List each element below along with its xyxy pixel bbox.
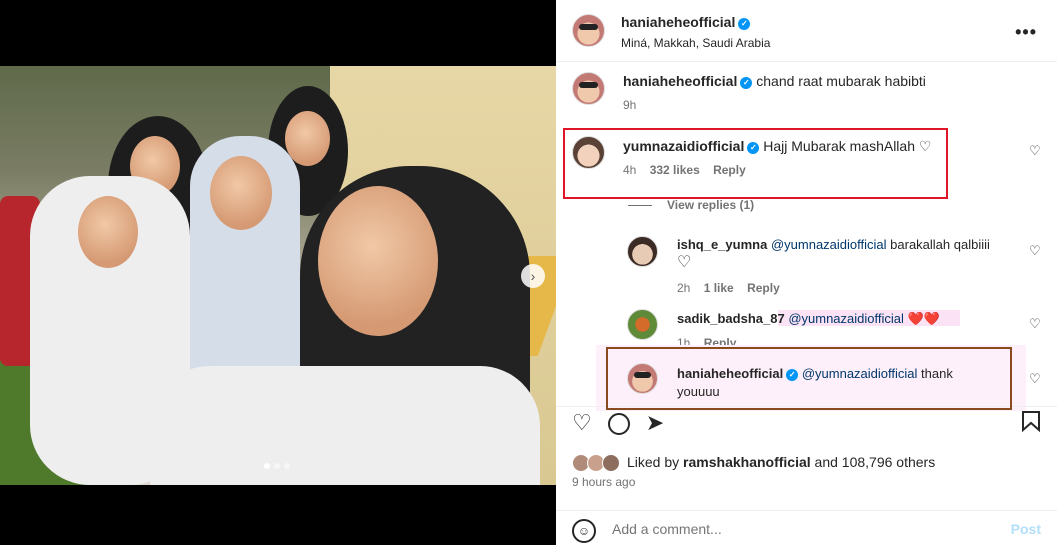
heart-icon[interactable]: ♡ — [1029, 143, 1041, 159]
liked-by-user[interactable]: ramshakhanofficial — [683, 454, 811, 470]
liked-by: Liked by ramshakhanofficial and 108,796 … — [627, 454, 935, 470]
reply-button[interactable]: Reply — [747, 281, 780, 295]
reply-meta: 2h 1 like Reply — [677, 281, 790, 295]
next-photo-button[interactable]: › — [521, 264, 545, 288]
reply-avatar[interactable] — [627, 236, 658, 267]
carousel-dot — [284, 463, 290, 469]
reply-time: 2h — [677, 281, 691, 295]
caption-text: chand raat mubarak habibti — [756, 73, 926, 89]
reply-avatar[interactable] — [627, 309, 658, 340]
reply: sadik_badsha_87 @yumnazaidiofficial ❤️❤️ — [677, 310, 1017, 328]
bookmark-icon[interactable] — [1021, 410, 1041, 438]
heart-icon[interactable]: ♡ — [1029, 243, 1041, 259]
carousel-dot — [264, 463, 270, 469]
comment-icon[interactable] — [607, 413, 630, 435]
caption-username[interactable]: haniaheheofficial — [623, 73, 737, 89]
photo-face — [318, 186, 438, 336]
chevron-right-icon: › — [530, 268, 536, 284]
emoji-icon[interactable]: ☺ — [572, 519, 596, 543]
reply-mention[interactable]: @yumnazaidiofficial — [771, 237, 887, 252]
post-actions: ♡ ➤ — [572, 410, 664, 436]
liked-by-prefix: Liked by — [627, 454, 680, 470]
liker-avatar[interactable] — [602, 454, 620, 472]
post-location[interactable]: Miná, Makkah, Saudi Arabia — [621, 36, 770, 50]
reply-mention[interactable]: @yumnazaidiofficial — [788, 311, 904, 326]
add-comment-input[interactable] — [612, 521, 972, 537]
reply-username[interactable]: sadik_badsha_87 — [677, 311, 785, 326]
reply-username[interactable]: ishq_e_yumna — [677, 237, 767, 252]
post-comment-button[interactable]: Post — [1011, 521, 1041, 537]
post-photo[interactable] — [0, 66, 556, 485]
post-header: haniaheheofficial ✓ Miná, Makkah, Saudi A… — [556, 0, 1057, 62]
carousel-dot — [274, 463, 280, 469]
share-icon[interactable]: ➤ — [646, 410, 664, 436]
photo-face — [78, 196, 138, 268]
caption-avatar[interactable] — [572, 72, 605, 105]
view-replies-line — [628, 205, 652, 206]
post-side-panel: haniaheheofficial ✓ Miná, Makkah, Saudi A… — [556, 0, 1057, 545]
caption: haniaheheofficial ✓ chand raat mubarak ha… — [623, 72, 1023, 90]
heart-icon[interactable]: ♡ — [1029, 371, 1041, 387]
more-horizontal-icon[interactable]: ••• — [1015, 22, 1037, 43]
heart-icon[interactable]: ♡ — [572, 410, 592, 436]
author-avatar[interactable] — [572, 14, 605, 47]
posted-time: 9 hours ago — [572, 475, 636, 489]
photo-face — [210, 156, 272, 230]
photo-person — [150, 366, 540, 485]
highlight-box-red — [563, 128, 948, 199]
reply-likes[interactable]: 1 like — [704, 281, 734, 295]
reply-text-heart: ♡ — [677, 254, 692, 271]
reply: ishq_e_yumna @yumnazaidiofficial barakal… — [677, 236, 1012, 272]
author-username-text[interactable]: haniaheheofficial — [621, 14, 735, 30]
heart-icon[interactable]: ♡ — [1029, 316, 1041, 332]
liked-by-rest[interactable]: and 108,796 others — [815, 454, 936, 470]
caption-time: 9h — [623, 98, 637, 112]
verified-badge-icon: ✓ — [740, 77, 753, 89]
add-comment-row: ☺ Post — [556, 510, 1057, 545]
carousel-dots — [264, 463, 290, 469]
view-replies-button[interactable]: View replies (1) — [667, 198, 754, 212]
verified-badge-icon: ✓ — [738, 18, 751, 30]
highlight-box-brown — [606, 347, 1012, 410]
reply-text: ❤️❤️ — [907, 311, 940, 326]
post-media-area: › — [0, 0, 556, 545]
reply-text: barakallah qalbiiii — [890, 237, 990, 252]
author-username[interactable]: haniaheheofficial ✓ — [621, 14, 751, 30]
